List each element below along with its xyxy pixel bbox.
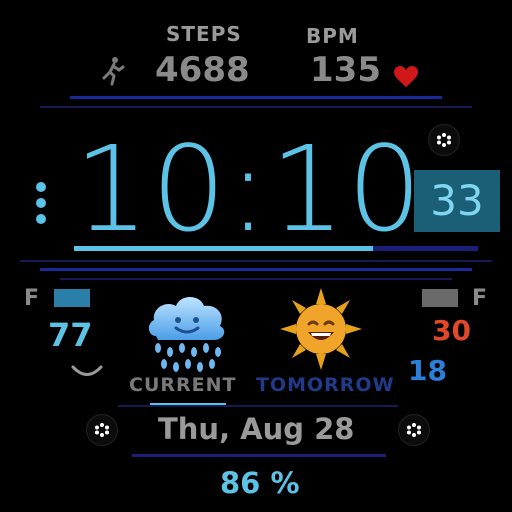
date-text: Thu, Aug 28 xyxy=(158,412,355,446)
heart-icon xyxy=(394,66,418,87)
dots-icon xyxy=(437,133,451,147)
tomorrow-high-temp: 30 xyxy=(432,314,471,347)
divider-lower-1 xyxy=(20,260,492,262)
bpm-value: 135 xyxy=(310,50,381,90)
settings-button-bottom-left[interactable] xyxy=(86,414,118,446)
right-unit-label: F xyxy=(472,286,488,311)
steps-value: 4688 xyxy=(155,50,250,90)
dots-icon xyxy=(95,423,109,437)
bpm-label: BPM xyxy=(306,24,359,48)
tomorrow-label: TOMORROW xyxy=(256,374,395,396)
smile-arc-icon xyxy=(71,365,103,376)
left-gauge-bar xyxy=(54,289,90,307)
seconds-display: 33 xyxy=(414,170,500,232)
battery-percent: 86 % xyxy=(220,466,300,500)
divider-lower-3 xyxy=(60,278,452,280)
runner-icon xyxy=(102,57,125,86)
right-gauge-bar xyxy=(422,289,458,307)
settings-button-top-right[interactable] xyxy=(428,124,460,156)
tomorrow-low-temp: 18 xyxy=(408,354,447,387)
steps-label: STEPS xyxy=(166,22,242,46)
divider-upper-2 xyxy=(40,106,472,108)
menu-dots-icon[interactable] xyxy=(34,180,48,226)
dots-icon xyxy=(407,423,421,437)
seconds-progress-fill xyxy=(74,246,373,251)
divider-upper-1 xyxy=(70,96,442,99)
left-unit-label: F xyxy=(24,286,40,311)
rain-cloud-icon xyxy=(148,297,225,372)
divider-date-top xyxy=(118,405,398,407)
sun-face-icon xyxy=(280,288,362,370)
divider-date-bottom xyxy=(132,454,386,457)
settings-button-bottom-right[interactable] xyxy=(398,414,430,446)
seconds-progress-track xyxy=(74,246,478,251)
current-label: CURRENT xyxy=(129,374,237,396)
time-display: 10:10 xyxy=(74,120,425,258)
current-temp: 77 xyxy=(48,316,93,354)
divider-lower-2 xyxy=(40,268,472,271)
